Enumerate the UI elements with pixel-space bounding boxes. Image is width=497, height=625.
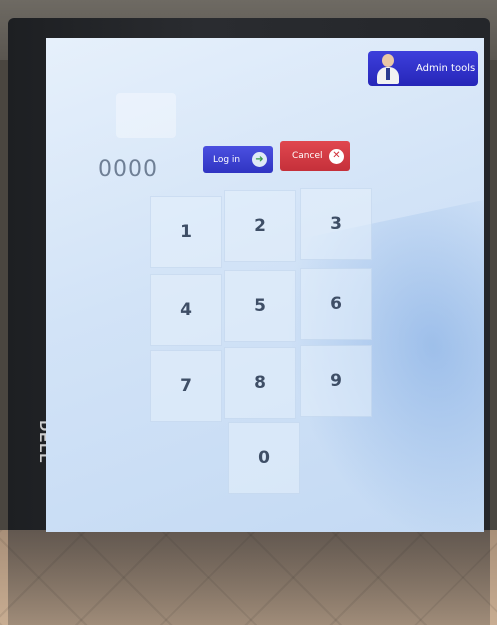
- key-5[interactable]: 5: [224, 270, 296, 342]
- key-1[interactable]: 1: [150, 196, 222, 268]
- key-9[interactable]: 9: [300, 345, 372, 417]
- key-6[interactable]: 6: [300, 268, 372, 340]
- key-7[interactable]: 7: [150, 350, 222, 422]
- monitor-bezel-bottom: [8, 530, 490, 625]
- key-3[interactable]: 3: [300, 188, 372, 260]
- key-8[interactable]: 8: [224, 347, 296, 419]
- key-2[interactable]: 2: [224, 190, 296, 262]
- login-screen: Admin tools 0000 Log in ➜ Cancel ✕ 1 2 3…: [46, 38, 484, 532]
- key-0[interactable]: 0: [228, 422, 300, 494]
- key-4[interactable]: 4: [150, 274, 222, 346]
- numeric-keypad: 1 2 3 4 5 6 7 8 9 0: [46, 38, 484, 532]
